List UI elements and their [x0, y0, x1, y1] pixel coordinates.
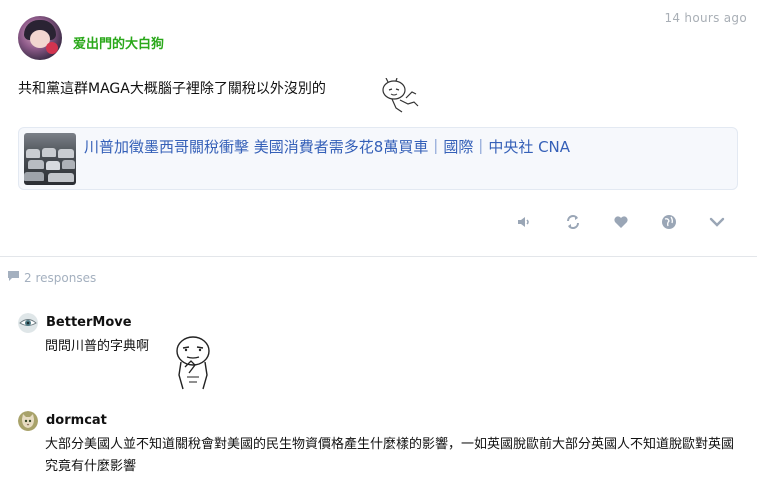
responses-toggle[interactable]: 2 responses	[7, 270, 96, 285]
cat-avatar[interactable]	[18, 411, 38, 431]
author-name[interactable]: 爱出門的大白狗	[73, 33, 164, 52]
thinking-face-sticker-icon	[173, 335, 215, 391]
parked-cars-thumbnail	[24, 133, 76, 185]
comment-author[interactable]: dormcat	[46, 413, 107, 428]
comment-author[interactable]: BetterMove	[46, 315, 132, 330]
post-card: 爱出門的大白狗 14 hours ago 共和黨這群MAGA大概腦子裡除了關稅以…	[0, 0, 757, 257]
responses-count[interactable]: 2 responses	[24, 271, 96, 285]
chevron-down-icon[interactable]	[707, 213, 727, 231]
comment-text: 大部分美國人並不知道關稅會對美國的民生物資價格產生什麼樣的影響，一如英國脫歐前大…	[45, 437, 735, 474]
comment-item: BetterMove 問問川普的字典啊	[18, 313, 738, 393]
post-actions	[515, 213, 727, 231]
globe-icon[interactable]	[659, 213, 679, 231]
comment-item: dormcat 大部分美國人並不知道關稅會對美國的民生物資價格產生什麼樣的影響，…	[18, 411, 738, 481]
bunny-sticker-icon	[378, 78, 422, 114]
repost-icon[interactable]	[563, 213, 583, 231]
link-preview-card[interactable]: 川普加徵墨西哥關稅衝擊 美國消費者需多花8萬買車｜國際｜中央社 CNA	[18, 127, 738, 190]
eye-avatar[interactable]	[18, 313, 38, 333]
link-title[interactable]: 川普加徵墨西哥關稅衝擊 美國消費者需多花8萬買車｜國際｜中央社 CNA	[84, 136, 570, 157]
post-timestamp[interactable]: 14 hours ago	[664, 11, 747, 25]
post-text: 共和黨這群MAGA大概腦子裡除了關稅以外沒別的	[18, 81, 326, 97]
heart-icon[interactable]	[611, 213, 631, 231]
avatar-accent	[46, 42, 58, 54]
author-avatar[interactable]	[18, 16, 62, 60]
comment-text: 問問川普的字典啊	[45, 339, 150, 354]
speaker-icon[interactable]	[515, 213, 535, 231]
comment-bubble-icon	[7, 270, 20, 285]
